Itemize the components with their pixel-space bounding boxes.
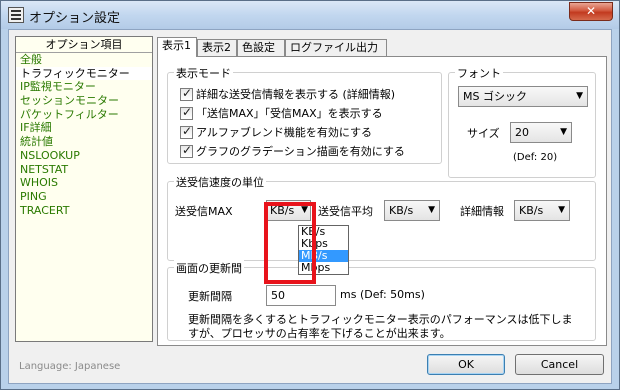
avg-unit-select[interactable]: KB/s ▼	[384, 200, 440, 221]
display-mode-title: 表示モード	[174, 65, 233, 81]
category-item-ping[interactable]: PING	[16, 190, 152, 204]
category-list-header: オプション項目	[16, 37, 152, 53]
font-size-value: 20	[515, 126, 529, 139]
font-title: フォント	[455, 65, 503, 81]
tab-log-output[interactable]: ログファイル出力	[285, 39, 387, 56]
category-item-statistics[interactable]: 統計値	[16, 135, 152, 149]
option-alpha-blend-label: アルファブレンド機能を有効にする	[196, 126, 372, 139]
refresh-interval-value: 50	[271, 289, 285, 302]
app-icon	[8, 7, 24, 23]
checkbox-show-max[interactable]	[180, 105, 193, 120]
font-face-value: MS ゴシック	[463, 90, 527, 103]
chevron-down-icon: ▼	[560, 127, 567, 137]
ok-button[interactable]: OK	[427, 354, 505, 375]
detail-unit-label: 詳細情報	[460, 205, 504, 218]
category-item-session-monitor[interactable]: セッションモニター	[16, 94, 152, 108]
close-button[interactable]: ✕	[569, 2, 613, 21]
speed-unit-group: 送受信速度の単位 送受信MAX KB/s ▼ 送受信平均 KB/s ▼ 詳細情報 K…	[167, 174, 596, 261]
tab-panel-display1: 表示モード 詳細な送受信情報を表示する (詳細情報) 「送信MAX」「受信MAX…	[157, 56, 607, 346]
option-gradient-label: グラフのグラデーション描画を有効にする	[196, 145, 405, 158]
refresh-interval-note: ms (Def: 50ms)	[340, 288, 425, 301]
font-size-default: (Def: 20)	[513, 152, 558, 163]
checkbox-alpha-blend[interactable]	[180, 124, 193, 139]
chevron-down-icon: ▼	[428, 205, 435, 215]
window-title: オプション設定	[29, 11, 121, 26]
checkbox-gradient[interactable]	[180, 143, 193, 158]
category-item-whois[interactable]: WHOIS	[16, 176, 152, 190]
refresh-interval-label: 更新間隔	[188, 290, 232, 303]
category-item-general[interactable]: 全般	[16, 53, 152, 67]
refresh-description-line2: すが、プロセッサの占有率を下げることが出来ます。	[188, 327, 451, 340]
option-alpha-blend[interactable]: アルファブレンド機能を有効にする	[180, 124, 372, 140]
font-size-label: サイズ	[467, 127, 500, 140]
tab-display2[interactable]: 表示2	[197, 39, 237, 56]
max-unit-label: 送受信MAX	[175, 205, 233, 218]
detail-unit-select[interactable]: KB/s ▼	[514, 200, 570, 221]
category-item-tracert[interactable]: TRACERT	[16, 204, 152, 218]
option-gradient[interactable]: グラフのグラデーション描画を有効にする	[180, 143, 405, 159]
font-size-select[interactable]: 20 ▼	[510, 122, 572, 143]
refresh-group: 画面の更新間 更新間隔 50 ms (Def: 50ms) 更新間隔を多くすると…	[167, 260, 596, 341]
category-item-netstat[interactable]: NETSTAT	[16, 163, 152, 177]
display-mode-group: 表示モード 詳細な送受信情報を表示する (詳細情報) 「送信MAX」「受信MAX…	[167, 65, 442, 164]
option-detail-info[interactable]: 詳細な送受信情報を表示する (詳細情報)	[180, 86, 395, 102]
category-item-nslookup[interactable]: NSLOOKUP	[16, 149, 152, 163]
category-item-ip-monitor[interactable]: IP監視モニター	[16, 80, 152, 94]
option-show-max[interactable]: 「送信MAX」「受信MAX」を表示する	[180, 105, 383, 121]
options-category-list: オプション項目 全般 トラフィックモニター IP監視モニター セッションモニター…	[15, 36, 153, 342]
refresh-title: 画面の更新間	[174, 260, 244, 276]
option-show-max-label: 「送信MAX」「受信MAX」を表示する	[196, 107, 383, 120]
speed-unit-title: 送受信速度の単位	[174, 174, 266, 190]
title-bar[interactable]: オプション設定 ✕	[1, 1, 619, 29]
tab-display1[interactable]: 表示1	[157, 37, 197, 57]
language-label: Language: Japanese	[19, 361, 121, 372]
avg-unit-value: KB/s	[389, 204, 414, 217]
font-group: フォント MS ゴシック ▼ サイズ 20 ▼ (Def: 20)	[448, 65, 596, 178]
checkbox-detail-info[interactable]	[180, 86, 193, 101]
category-item-if-details[interactable]: IF詳細	[16, 121, 152, 135]
detail-unit-value: KB/s	[519, 204, 544, 217]
refresh-interval-input[interactable]: 50	[266, 285, 336, 306]
font-face-select[interactable]: MS ゴシック ▼	[458, 86, 588, 107]
cancel-button[interactable]: Cancel	[515, 354, 604, 375]
annotation-highlight-box	[264, 202, 316, 284]
options-window: オプション設定 ✕ オプション項目 全般 トラフィックモニター IP監視モニター…	[0, 0, 620, 390]
chevron-down-icon: ▼	[576, 91, 583, 101]
option-detail-info-label: 詳細な送受信情報を表示する (詳細情報)	[196, 88, 396, 101]
category-item-traffic-monitor[interactable]: トラフィックモニター	[16, 66, 152, 81]
tab-color-settings[interactable]: 色設定	[237, 39, 285, 56]
chevron-down-icon: ▼	[558, 205, 565, 215]
category-item-packet-filter[interactable]: パケットフィルター	[16, 108, 152, 122]
avg-unit-label: 送受信平均	[318, 205, 373, 218]
